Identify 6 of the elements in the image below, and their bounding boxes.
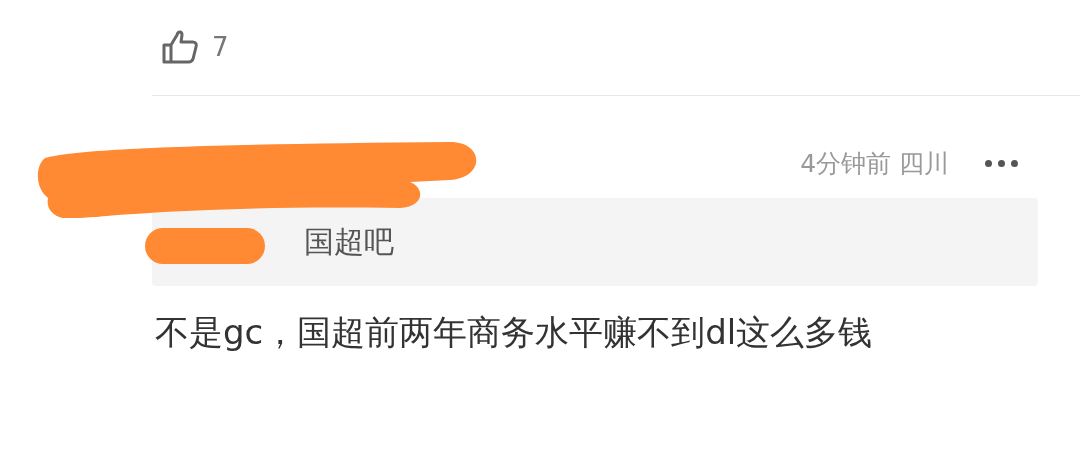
like-count: 7 xyxy=(212,32,229,62)
comment-time-location: 4分钟前 四川 xyxy=(800,147,949,180)
comment-text: 不是gc，国超前两年商务水平赚不到dl这么多钱 xyxy=(154,311,874,354)
forum-name: 国超吧 xyxy=(304,222,394,261)
quote-card[interactable]: 国超吧 xyxy=(152,198,1038,286)
more-icon[interactable] xyxy=(985,159,1018,167)
